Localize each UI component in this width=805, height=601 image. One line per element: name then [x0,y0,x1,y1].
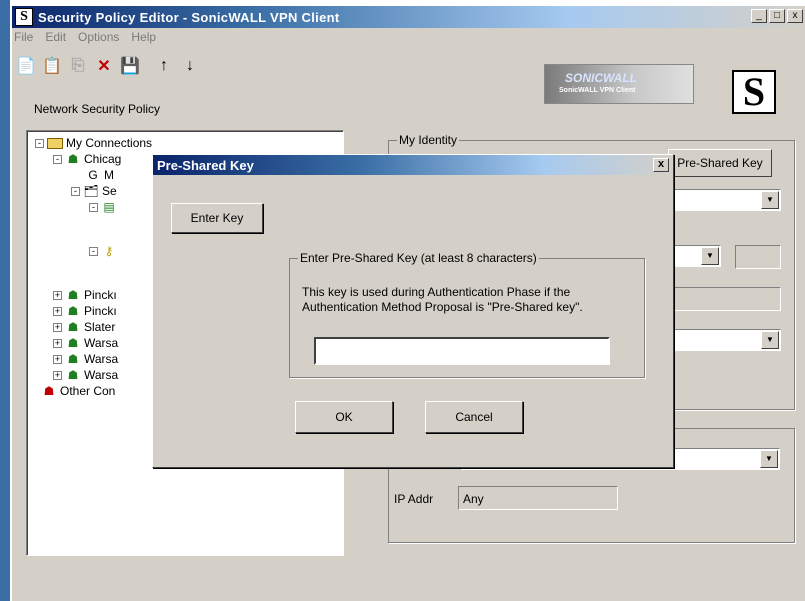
menu-options[interactable]: Options [78,30,119,48]
ip-addr-label: IP Addr [394,492,434,506]
window-title: Security Policy Editor - SonicWALL VPN C… [38,9,340,25]
network-icon: ☗ [67,368,79,382]
identity-field[interactable] [661,287,781,311]
collapse-icon[interactable]: - [71,186,80,196]
tree-root[interactable]: - My Connections [35,135,152,151]
network-icon: ☗ [67,336,79,350]
proposal-icon: ▤ [103,200,115,214]
tree-item[interactable]: G M [85,167,114,183]
tree-item[interactable]: - ▤ [89,199,117,215]
security-folder-icon: 🗂 [83,184,99,198]
folder-icon [47,137,63,149]
network-icon: ☗ [67,320,79,334]
collapse-icon[interactable]: - [53,154,62,164]
expand-icon[interactable]: + [53,338,62,348]
title-bar: S Security Policy Editor - SonicWALL VPN… [12,6,805,28]
enter-key-button[interactable]: Enter Key [171,203,263,233]
expand-icon[interactable]: + [53,306,62,316]
minimize-button[interactable]: _ [751,9,767,23]
pre-shared-key-button[interactable]: Pre-Shared Key [668,149,772,177]
network-icon: ☗ [67,152,79,166]
tree-item[interactable]: - ⚷ [89,243,117,259]
port-field[interactable] [735,245,781,269]
tree-item[interactable]: + ☗ Slater [53,319,115,335]
tree-item[interactable]: - ☗ Chicag [53,151,121,167]
expand-icon[interactable]: + [53,370,62,380]
chevron-down-icon[interactable]: ▼ [760,450,778,468]
tree-item[interactable]: + ☗ Warsa [53,351,118,367]
key-icon: ⚷ [104,244,114,258]
menu-help[interactable]: Help [131,30,156,48]
delete-icon[interactable]: ✕ [92,54,116,78]
pre-shared-key-group: Enter Pre-Shared Key (at least 8 charact… [289,251,645,378]
close-button[interactable]: x [787,9,803,23]
sonicwall-logo: SONICWALL SonicWALL VPN Client [544,64,694,104]
interface-select[interactable]: ▼ [661,329,781,351]
pre-shared-key-dialog: Pre-Shared Key x Enter Key Enter Pre-Sha… [152,154,674,468]
tree-item[interactable]: + ☗ Warsa [53,367,118,383]
dialog-title-bar: Pre-Shared Key x [153,155,673,175]
network-icon: ☗ [67,288,79,302]
paste-icon[interactable]: ⎘ [66,54,90,78]
network-security-policy-label: Network Security Policy [34,102,161,116]
tree-item[interactable]: - 🗂 Se [71,183,117,199]
tree-item[interactable]: + ☗ Warsa [53,335,118,351]
pre-shared-key-input[interactable] [314,337,610,365]
collapse-icon[interactable]: - [35,138,44,148]
expand-icon[interactable]: + [53,354,62,364]
dialog-title: Pre-Shared Key [157,157,254,173]
pre-shared-key-description: This key is used during Authentication P… [302,285,583,314]
collapse-icon[interactable]: - [89,202,98,212]
desktop-edge [0,0,10,601]
menu-file[interactable]: File [14,30,33,48]
s-logo: S [732,70,776,114]
toolbar: 📄 📋 ⎘ ✕ 💾 ↑ ↓ [14,54,202,78]
dialog-close-button[interactable]: x [653,158,669,172]
tree-item[interactable]: ☗ Other Con [41,383,116,399]
pre-shared-key-group-label: Enter Pre-Shared Key (at least 8 charact… [298,251,539,265]
chevron-down-icon[interactable]: ▼ [761,331,779,349]
chevron-down-icon[interactable]: ▼ [701,247,719,265]
ok-button[interactable]: OK [295,401,393,433]
tree-item[interactable]: + ☗ Pinckı [53,287,117,303]
move-up-icon[interactable]: ↑ [152,54,176,78]
save-icon[interactable]: 💾 [118,54,142,78]
menu-edit[interactable]: Edit [45,30,66,48]
collapse-icon[interactable]: - [89,246,98,256]
new-policy-icon[interactable]: 📄 [14,54,38,78]
tree-item[interactable]: + ☗ Pinckı [53,303,117,319]
network-icon: ☗ [67,304,79,318]
app-icon: S [15,8,33,26]
chevron-down-icon[interactable]: ▼ [761,191,779,209]
network-icon: ☗ [67,352,79,366]
maximize-button[interactable]: □ [769,9,785,23]
copy-icon[interactable]: 📋 [40,54,64,78]
other-connections-icon: ☗ [43,384,55,398]
ip-addr-field[interactable]: Any [458,486,618,510]
expand-icon[interactable]: + [53,290,62,300]
identity-select[interactable]: ▼ [661,189,781,211]
cancel-button[interactable]: Cancel [425,401,523,433]
menu-bar: File Edit Options Help [12,30,156,48]
move-down-icon[interactable]: ↓ [178,54,202,78]
expand-icon[interactable]: + [53,322,62,332]
identity-icon: G [88,168,98,182]
